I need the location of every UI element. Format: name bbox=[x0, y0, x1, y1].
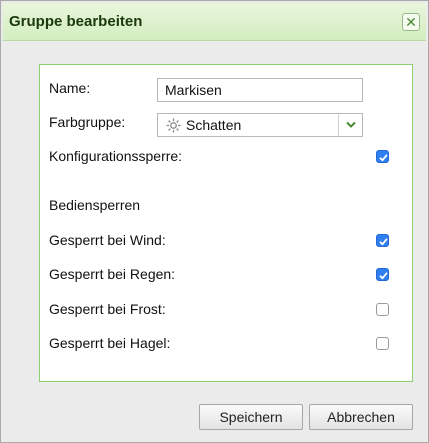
close-button[interactable]: ✕ bbox=[402, 13, 420, 31]
checkmark-icon bbox=[379, 154, 388, 162]
lock-label-wind: Gesperrt bei Wind: bbox=[49, 232, 166, 248]
farbgruppe-select[interactable]: Schatten bbox=[157, 113, 363, 137]
select-toggle[interactable] bbox=[338, 114, 362, 136]
dialog-titlebar: Gruppe bearbeiten ✕ bbox=[3, 3, 426, 41]
lock-checkbox-wind[interactable] bbox=[376, 234, 389, 247]
close-icon: ✕ bbox=[405, 14, 417, 30]
dialog-title: Gruppe bearbeiten bbox=[9, 13, 143, 30]
name-input[interactable] bbox=[157, 78, 363, 102]
lock-checkbox-hagel[interactable] bbox=[376, 337, 389, 350]
konfigurationssperre-label: Konfigurationssperre: bbox=[49, 148, 183, 164]
section-heading: Bediensperren bbox=[49, 197, 141, 213]
lock-label-hagel: Gesperrt bei Hagel: bbox=[49, 335, 171, 351]
lock-label-frost: Gesperrt bei Frost: bbox=[49, 301, 166, 317]
checkmark-icon bbox=[379, 238, 388, 246]
lock-row-regen: Gesperrt bei Regen: bbox=[49, 262, 418, 286]
bediensperren-heading-row: Bediensperren bbox=[49, 193, 418, 217]
lock-row-wind: Gesperrt bei Wind: bbox=[49, 228, 418, 252]
name-label: Name: bbox=[49, 80, 91, 96]
checkmark-icon bbox=[379, 272, 388, 280]
lock-row-frost: Gesperrt bei Frost: bbox=[49, 297, 418, 321]
lock-checkbox-frost[interactable] bbox=[376, 303, 389, 316]
farbgruppe-selected-value: Schatten bbox=[186, 117, 242, 133]
lock-checkbox-regen[interactable] bbox=[376, 268, 389, 281]
farbgruppe-label: Farbgruppe: bbox=[49, 114, 126, 130]
konfigurationssperre-checkbox[interactable] bbox=[376, 150, 389, 163]
gear-icon bbox=[166, 118, 181, 133]
konfigurationssperre-row: Konfigurationssperre: bbox=[49, 144, 418, 168]
edit-group-dialog: Gruppe bearbeiten ✕ Name: Farbgruppe: Sc… bbox=[0, 0, 429, 443]
cancel-button[interactable]: Abbrechen bbox=[309, 404, 413, 430]
chevron-down-icon bbox=[346, 121, 356, 128]
save-button[interactable]: Speichern bbox=[199, 404, 303, 430]
lock-row-hagel: Gesperrt bei Hagel: bbox=[49, 331, 418, 355]
lock-label-regen: Gesperrt bei Regen: bbox=[49, 266, 176, 282]
